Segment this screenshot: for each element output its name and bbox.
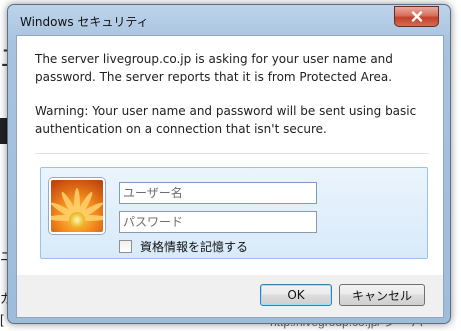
dialog-content: The server livegroup.co.jp is asking for…: [17, 36, 443, 275]
user-avatar-icon: [49, 178, 105, 234]
password-input[interactable]: [119, 211, 317, 233]
ok-button[interactable]: OK: [260, 284, 332, 306]
cancel-button[interactable]: キャンセル: [339, 284, 425, 306]
remember-label[interactable]: 資格情報を記憶する: [140, 238, 248, 255]
close-button[interactable]: [394, 6, 439, 27]
dialog-client-area: The server livegroup.co.jp is asking for…: [16, 35, 444, 318]
close-icon: [411, 11, 422, 22]
dialog-title: Windows セキュリティ: [20, 15, 149, 29]
security-dialog: Windows セキュリティ The server livegroup.co.j…: [7, 4, 451, 324]
remember-credentials-row[interactable]: 資格情報を記憶する: [119, 238, 248, 255]
remember-checkbox[interactable]: [119, 240, 132, 253]
username-input[interactable]: [119, 182, 317, 204]
security-warning: Warning: Your user name and password wil…: [35, 104, 417, 136]
credential-panel: 資格情報を記憶する: [40, 167, 428, 259]
server-message: The server livegroup.co.jp is asking for…: [35, 52, 393, 84]
divider: [35, 153, 429, 154]
